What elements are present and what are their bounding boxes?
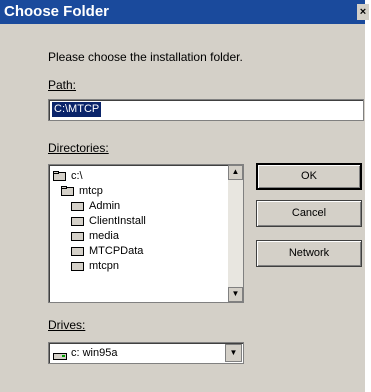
- tree-item-label: mtcp: [79, 185, 103, 197]
- path-label: Path:: [48, 78, 77, 92]
- tree-item-mtcp[interactable]: mtcp: [61, 184, 103, 198]
- dialog-title: Choose Folder: [4, 3, 110, 20]
- tree-item-mtcpdata[interactable]: MTCPData: [71, 244, 143, 258]
- open-folder-icon: [53, 171, 67, 181]
- scroll-up-button[interactable]: ▲: [228, 165, 243, 180]
- tree-item-root[interactable]: c:\: [53, 169, 83, 183]
- tree-item-label: Admin: [89, 200, 121, 212]
- choose-folder-dialog: Choose Folder × Please choose the instal…: [0, 0, 369, 392]
- tree-item-label: media: [89, 230, 119, 242]
- chevron-up-icon: ▲: [231, 167, 240, 176]
- directories-scrollbar[interactable]: ▲ ▼: [228, 165, 243, 302]
- chevron-down-icon: ▼: [229, 348, 238, 357]
- close-button[interactable]: ×: [357, 4, 369, 20]
- title-bar[interactable]: Choose Folder ×: [0, 0, 369, 24]
- tree-item-label: c:\: [71, 170, 83, 182]
- ok-button[interactable]: OK: [256, 163, 362, 190]
- directories-label: Directories:: [48, 141, 109, 155]
- path-value: C:\MTCP: [52, 102, 102, 117]
- folder-icon: [71, 246, 85, 256]
- tree-item-admin[interactable]: Admin: [71, 199, 120, 213]
- folder-icon: [71, 261, 85, 271]
- drives-selected-value: c: win95a: [71, 347, 118, 359]
- tree-item-media[interactable]: media: [71, 229, 119, 243]
- folder-icon: [71, 201, 85, 211]
- tree-item-mtcpn[interactable]: mtcpn: [71, 259, 119, 273]
- folder-icon: [71, 216, 85, 226]
- tree-item-clientinstall[interactable]: ClientInstall: [71, 214, 146, 228]
- cancel-button[interactable]: Cancel: [256, 200, 362, 227]
- network-button[interactable]: Network: [256, 240, 362, 267]
- drives-dropdown-button[interactable]: ▼: [225, 344, 242, 362]
- folder-icon: [71, 231, 85, 241]
- directories-listbox[interactable]: c:\ mtcp Admin ClientInstall media MTCPD…: [48, 164, 244, 303]
- drive-icon: [53, 348, 68, 366]
- scroll-down-button[interactable]: ▼: [228, 287, 243, 302]
- open-folder-icon: [61, 186, 75, 196]
- chevron-down-icon: ▼: [231, 289, 240, 298]
- tree-item-label: ClientInstall: [89, 215, 146, 227]
- tree-item-label: mtcpn: [89, 260, 119, 272]
- drives-label: Drives:: [48, 318, 86, 332]
- tree-item-label: MTCPData: [89, 245, 144, 257]
- path-input[interactable]: C:\MTCP: [48, 99, 364, 121]
- close-icon: ×: [359, 6, 367, 18]
- drives-combobox[interactable]: c: win95a ▼: [48, 342, 244, 364]
- instruction-text: Please choose the installation folder.: [48, 50, 243, 64]
